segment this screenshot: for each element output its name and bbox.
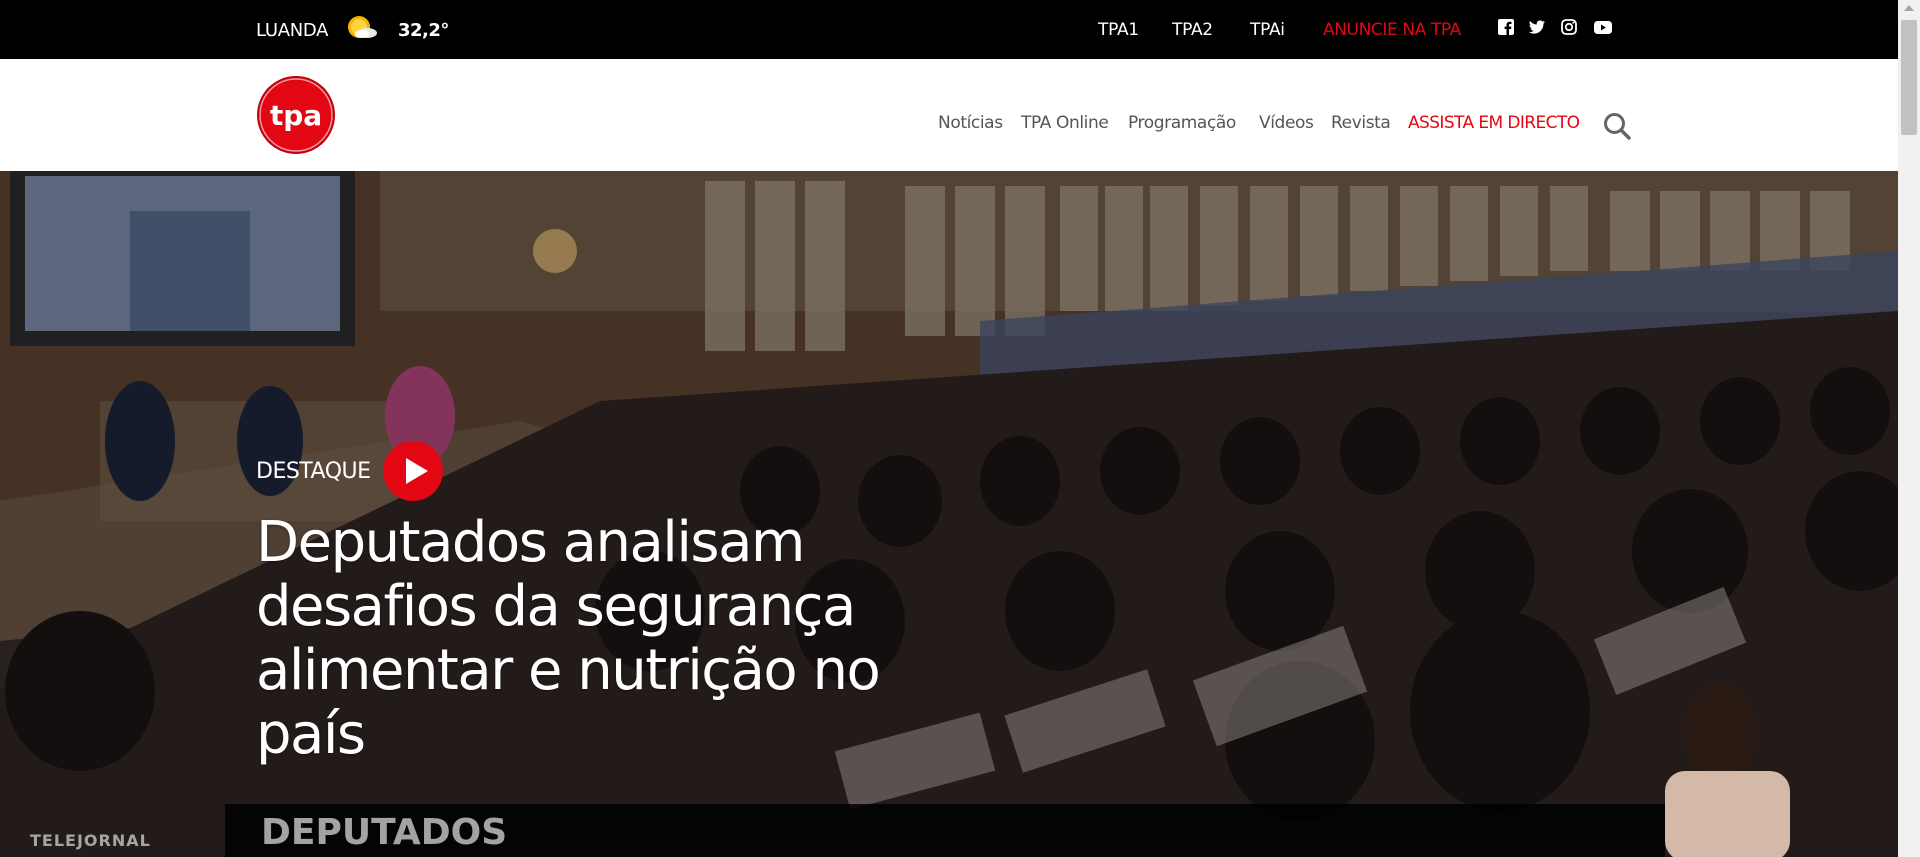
partly-sunny-icon	[348, 16, 377, 38]
page-scrollbar[interactable]	[1898, 0, 1920, 857]
twitter-icon[interactable]	[1528, 18, 1546, 36]
instagram-icon[interactable]	[1560, 18, 1578, 36]
featured-headline[interactable]: Deputados analisam desafios da segurança…	[256, 511, 956, 767]
play-icon[interactable]	[382, 441, 443, 501]
featured-tag: DESTAQUE	[256, 441, 443, 501]
weather-city: LUANDA	[256, 20, 329, 41]
hero-banner[interactable]: DESTAQUE Deputados analisam desafios da …	[0, 171, 1898, 857]
advertise-link[interactable]: ANUNCIE NA TPA	[1323, 20, 1461, 40]
nav-item-tpa-online[interactable]: TPA Online	[1021, 113, 1109, 133]
nav-item-noticias[interactable]: Notícias	[938, 113, 1003, 133]
top-bar: LUANDA 32,2° TPA1 TPA2 TPAi ANUNCIE NA T…	[0, 0, 1898, 59]
logo-text: tpa	[270, 99, 322, 132]
channel-tpai-link[interactable]: TPAi	[1250, 20, 1285, 40]
tpa-logo[interactable]: tpa	[256, 75, 336, 155]
video-lower-third: DEPUTADOS	[225, 804, 1665, 857]
watch-live-link[interactable]: ASSISTA EM DIRECTO	[1408, 113, 1580, 133]
nav-item-revista[interactable]: Revista	[1331, 113, 1391, 133]
channel-tpa1-link[interactable]: TPA1	[1098, 20, 1139, 40]
scrollbar-thumb[interactable]	[1901, 20, 1917, 135]
facebook-icon[interactable]	[1497, 18, 1515, 36]
weather-temperature: 32,2°	[398, 20, 449, 41]
site-header: tpa Notícias TPA Online Programação Víde…	[0, 59, 1898, 171]
youtube-icon[interactable]	[1593, 18, 1613, 36]
nav-item-videos[interactable]: Vídeos	[1259, 113, 1314, 133]
lower-third-caption: DEPUTADOS	[261, 812, 508, 853]
scroll-up-icon[interactable]	[1904, 5, 1914, 11]
channel-tpa2-link[interactable]: TPA2	[1172, 20, 1213, 40]
search-icon[interactable]	[1602, 111, 1632, 141]
nav-item-programacao[interactable]: Programação	[1128, 113, 1236, 133]
program-watermark: TELEJORNAL	[30, 831, 151, 850]
featured-label: DESTAQUE	[256, 458, 371, 484]
